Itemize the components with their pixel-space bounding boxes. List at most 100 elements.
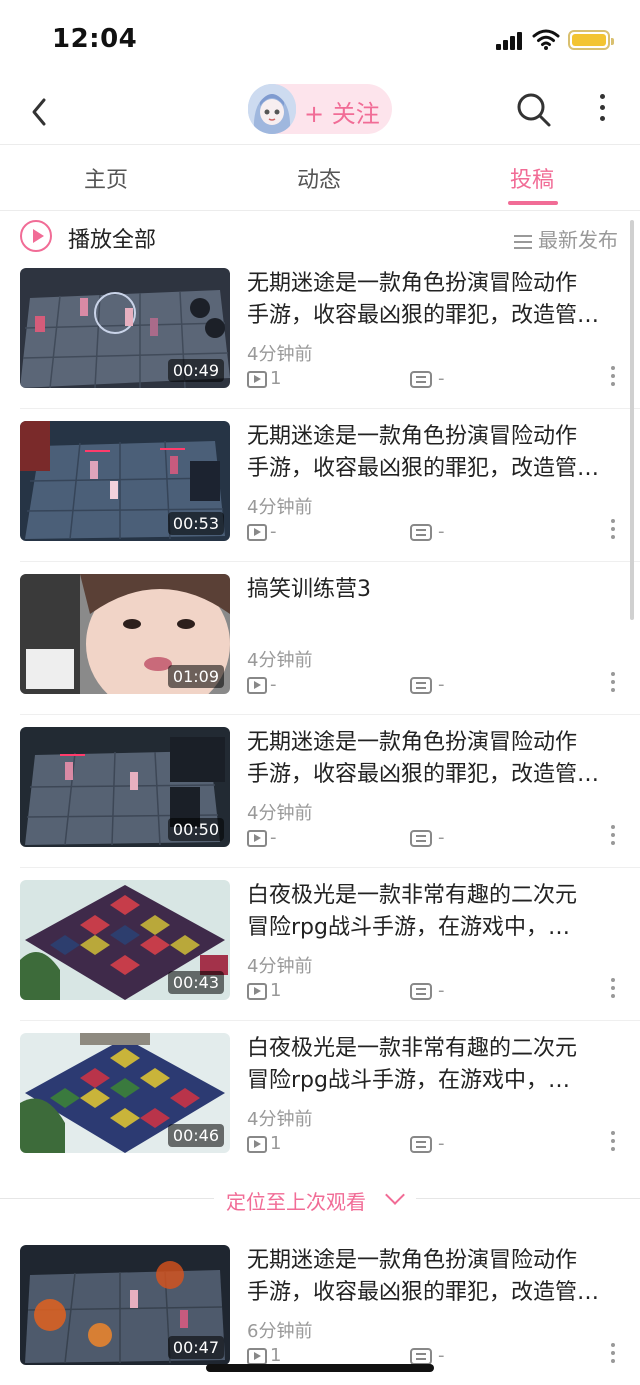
play-count: - xyxy=(247,521,277,542)
tab-activity[interactable]: 动态 xyxy=(297,162,341,194)
play-count: 1 xyxy=(247,1133,281,1154)
video-title[interactable]: 无期迷途是一款角色扮演冒险动作 手游，收容最凶狠的罪犯，改造管… xyxy=(247,727,621,791)
video-title-line: 冒险rpg战斗手游，在游戏中，… xyxy=(247,915,570,940)
video-thumbnail[interactable]: 00:47 xyxy=(20,1245,230,1365)
video-thumbnail[interactable]: 01:09 xyxy=(20,574,230,694)
video-title-line: 无期迷途是一款角色扮演冒险动作 xyxy=(247,1248,578,1273)
back-icon[interactable] xyxy=(22,92,62,132)
list-item[interactable]: 01:09 搞笑训练营3 4分钟前 - - xyxy=(0,562,640,715)
list-item[interactable]: 00:49 无期迷途是一款角色扮演冒险动作 手游，收容最凶狠的罪犯，改造管… 4… xyxy=(0,256,640,409)
comment-count: - xyxy=(410,827,445,848)
comment-count-value: - xyxy=(438,674,445,695)
video-title-line: 白夜极光是一款非常有趣的二次元 xyxy=(247,1036,578,1061)
more-options-icon[interactable] xyxy=(608,1343,618,1369)
video-thumbnail[interactable]: 00:43 xyxy=(20,880,230,1000)
video-upload-time: 4分钟前 xyxy=(247,650,313,671)
video-title-line: 无期迷途是一款角色扮演冒险动作 xyxy=(247,424,578,449)
comment-count-value: - xyxy=(438,368,445,389)
play-count-value: 1 xyxy=(270,1133,282,1154)
locate-last-viewed[interactable]: 定位至上次观看 xyxy=(0,1178,640,1218)
video-title[interactable]: 白夜极光是一款非常有趣的二次元 冒险rpg战斗手游，在游戏中，… xyxy=(247,880,621,944)
list-item[interactable]: 00:47 无期迷途是一款角色扮演冒险动作 手游，收容最凶狠的罪犯，改造管… 6… xyxy=(0,1233,640,1385)
scrollbar[interactable] xyxy=(630,220,634,620)
video-upload-time: 4分钟前 xyxy=(247,1109,313,1130)
video-title-line: 冒险rpg战斗手游，在游戏中，… xyxy=(247,1068,570,1093)
video-title-line: 手游，收容最凶狠的罪犯，改造管… xyxy=(247,1280,600,1305)
play-count: 1 xyxy=(247,1345,281,1366)
play-count-icon xyxy=(247,523,267,541)
video-title[interactable]: 无期迷途是一款角色扮演冒险动作 手游，收容最凶狠的罪犯，改造管… xyxy=(247,268,621,332)
video-title-line: 无期迷途是一款角色扮演冒险动作 xyxy=(247,271,578,296)
video-title-line: 搞笑训练营3 xyxy=(247,577,371,602)
more-options-icon[interactable] xyxy=(608,978,618,1004)
more-options-icon[interactable] xyxy=(608,672,618,698)
comment-icon xyxy=(410,1135,432,1153)
comment-count: - xyxy=(410,980,445,1001)
more-options-icon[interactable] xyxy=(608,366,618,392)
play-count-icon xyxy=(247,370,267,388)
more-options-icon[interactable] xyxy=(608,825,618,851)
comment-icon xyxy=(410,370,432,388)
comment-count: - xyxy=(410,368,445,389)
video-thumbnail[interactable]: 00:46 xyxy=(20,1033,230,1153)
video-thumbnail[interactable]: 00:53 xyxy=(20,421,230,541)
comment-count-value: - xyxy=(438,827,445,848)
video-thumbnail[interactable]: 00:49 xyxy=(20,268,230,388)
comment-count-value: - xyxy=(438,1133,445,1154)
video-title[interactable]: 无期迷途是一款角色扮演冒险动作 手游，收容最凶狠的罪犯，改造管… xyxy=(247,1245,621,1309)
video-duration: 00:53 xyxy=(167,512,224,535)
list-item[interactable]: 00:53 无期迷途是一款角色扮演冒险动作 手游，收容最凶狠的罪犯，改造管… 4… xyxy=(0,409,640,562)
active-tab-indicator xyxy=(508,201,558,205)
video-title[interactable]: 白夜极光是一款非常有趣的二次元 冒险rpg战斗手游，在游戏中，… xyxy=(247,1033,621,1097)
more-options-icon[interactable] xyxy=(592,94,612,126)
status-bar: 12:04 xyxy=(0,0,640,80)
list-toolbar: 播放全部 最新发布 xyxy=(0,212,640,262)
nav-bar: + 关注 xyxy=(0,80,640,144)
play-count-icon xyxy=(247,982,267,1000)
comment-count: - xyxy=(410,674,445,695)
video-upload-time: 6分钟前 xyxy=(247,1321,313,1342)
follow-button[interactable]: + 关注 xyxy=(248,84,392,134)
tab-submissions[interactable]: 投稿 xyxy=(510,162,554,194)
video-duration: 00:49 xyxy=(167,359,224,382)
video-duration: 00:47 xyxy=(167,1336,224,1359)
play-all-button[interactable]: 播放全部 xyxy=(68,222,156,254)
list-item[interactable]: 00:43 白夜极光是一款非常有趣的二次元 冒险rpg战斗手游，在游戏中，… 4… xyxy=(0,868,640,1021)
home-indicator[interactable] xyxy=(206,1364,434,1372)
comment-icon xyxy=(410,523,432,541)
video-thumbnail[interactable]: 00:50 xyxy=(20,727,230,847)
play-count-icon xyxy=(247,829,267,847)
comment-count: - xyxy=(410,1345,445,1366)
follow-label: + 关注 xyxy=(304,100,380,128)
play-count: 1 xyxy=(247,368,281,389)
search-icon[interactable] xyxy=(514,90,554,130)
tab-home[interactable]: 主页 xyxy=(84,162,128,194)
list-item[interactable]: 00:50 无期迷途是一款角色扮演冒险动作 手游，收容最凶狠的罪犯，改造管… 4… xyxy=(0,715,640,868)
play-count-value: - xyxy=(270,521,277,542)
video-title-line: 手游，收容最凶狠的罪犯，改造管… xyxy=(247,762,600,787)
avatar[interactable] xyxy=(248,84,296,134)
battery-icon xyxy=(568,30,614,50)
more-options-icon[interactable] xyxy=(608,519,618,545)
video-title[interactable]: 无期迷途是一款角色扮演冒险动作 手游，收容最凶狠的罪犯，改造管… xyxy=(247,421,621,485)
locate-last-viewed-label: 定位至上次观看 xyxy=(226,1190,366,1214)
list-item[interactable]: 00:46 白夜极光是一款非常有趣的二次元 冒险rpg战斗手游，在游戏中，… 4… xyxy=(0,1021,640,1174)
play-count: 1 xyxy=(247,980,281,1001)
divider xyxy=(0,210,640,211)
divider xyxy=(0,1198,214,1199)
chevron-down-icon xyxy=(385,1185,405,1205)
tab-bar: 主页 动态 投稿 xyxy=(0,146,640,210)
comment-icon xyxy=(410,676,432,694)
play-all-icon[interactable] xyxy=(20,220,52,252)
comment-icon xyxy=(410,982,432,1000)
play-count-value: - xyxy=(270,827,277,848)
sort-label: 最新发布 xyxy=(538,228,618,252)
video-duration: 00:46 xyxy=(167,1124,224,1147)
sort-icon xyxy=(514,234,532,249)
video-title-line: 手游，收容最凶狠的罪犯，改造管… xyxy=(247,456,600,481)
more-options-icon[interactable] xyxy=(608,1131,618,1157)
video-upload-time: 4分钟前 xyxy=(247,344,313,365)
wifi-icon xyxy=(532,29,560,50)
video-title[interactable]: 搞笑训练营3 xyxy=(247,574,621,638)
sort-button[interactable]: 最新发布 xyxy=(514,224,618,253)
